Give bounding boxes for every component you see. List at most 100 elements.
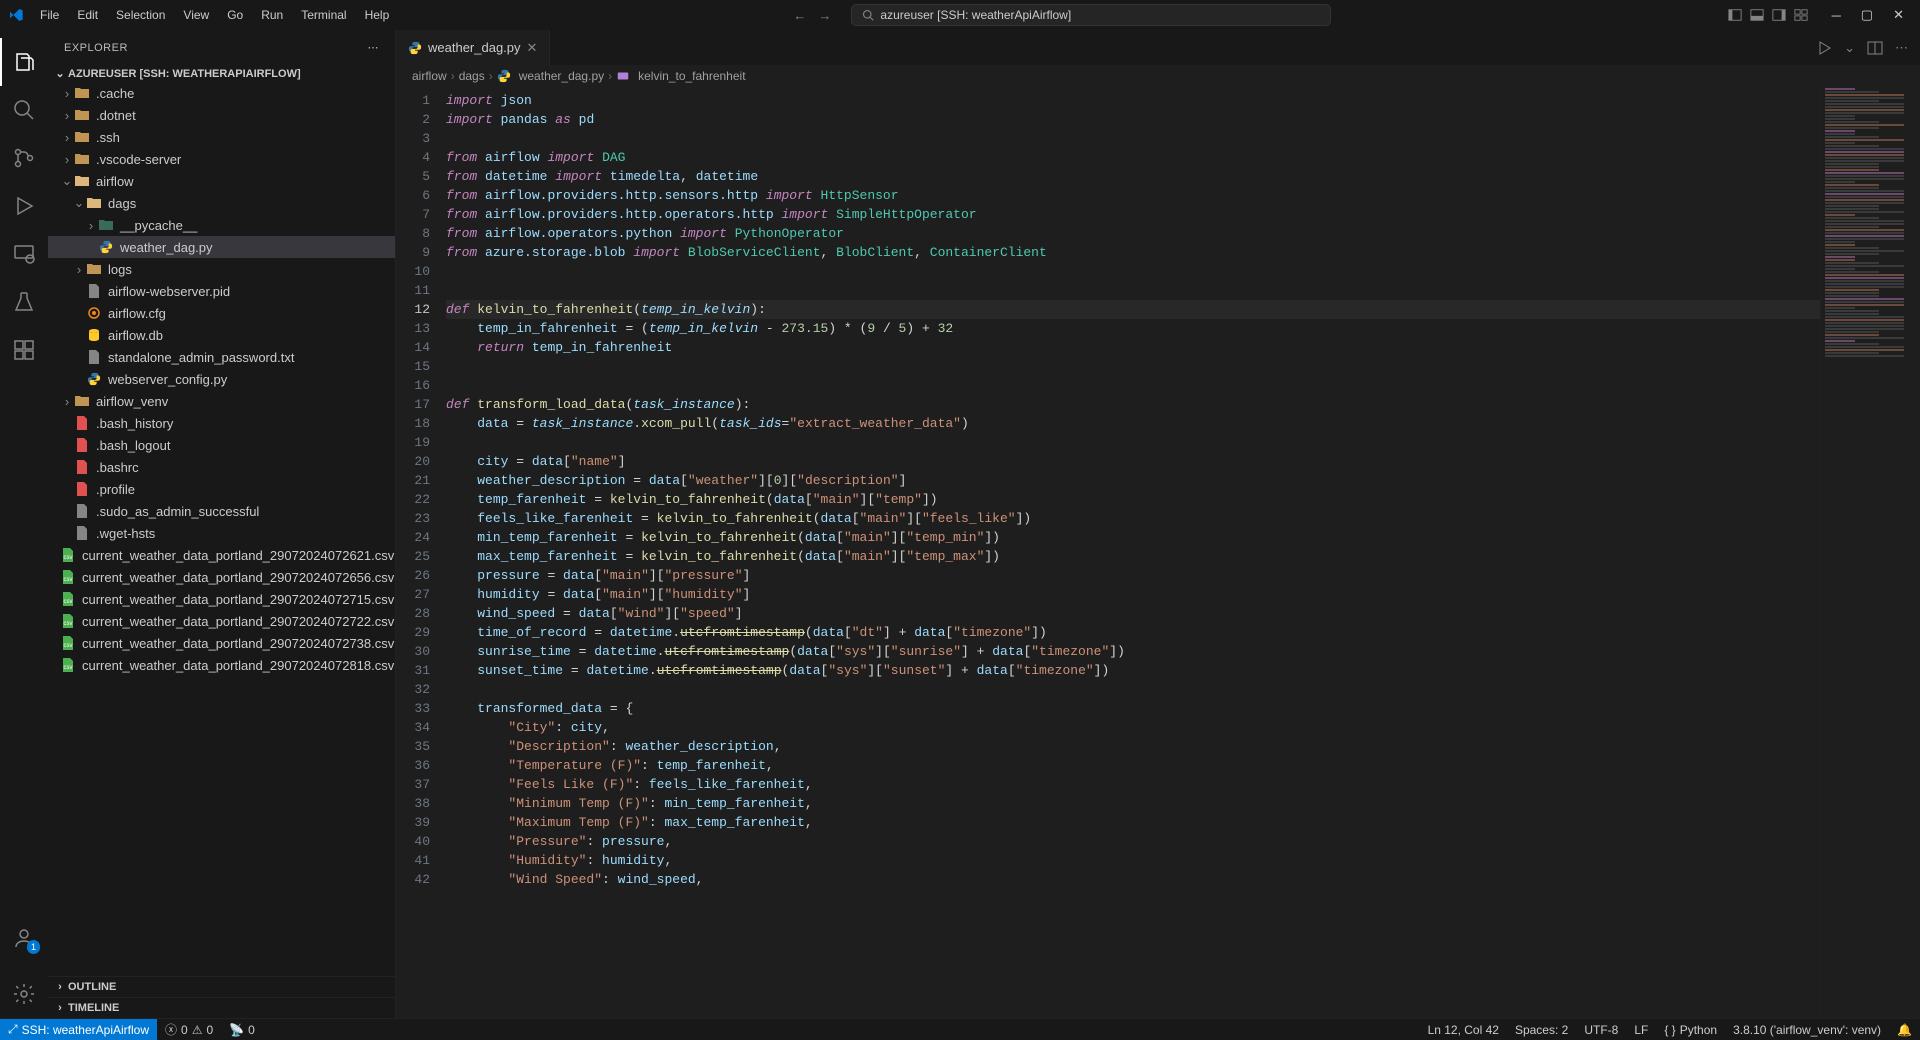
settings-gear-icon[interactable] (0, 970, 48, 1018)
explorer-icon[interactable] (0, 38, 48, 86)
tree-item--profile[interactable]: .profile (48, 478, 395, 500)
search-text: azureuser [SSH: weatherApiAirflow] (880, 8, 1071, 22)
tree-item-airflow-db[interactable]: airflow.db (48, 324, 395, 346)
tab-weather-dag[interactable]: weather_dag.py ✕ (396, 30, 550, 65)
breadcrumb-item[interactable]: airflow (412, 69, 447, 83)
run-debug-icon[interactable] (0, 182, 48, 230)
tree-item-airflow-cfg[interactable]: airflow.cfg (48, 302, 395, 324)
nav-forward-icon[interactable]: → (818, 8, 831, 23)
tree-item-logs[interactable]: ›logs (48, 258, 395, 280)
folder-icon (86, 261, 102, 277)
python-interpreter[interactable]: 3.8.10 ('airflow_venv': venv) (1725, 1023, 1889, 1037)
tree-item--sudo-as-admin-successful[interactable]: .sudo_as_admin_successful (48, 500, 395, 522)
ports-indicator[interactable]: 📡0 (221, 1023, 263, 1037)
tree-item-label: webserver_config.py (108, 372, 227, 387)
tree-item-current-weather-data-portland-29072024072818-csv[interactable]: csvcurrent_weather_data_portland_2907202… (48, 654, 395, 676)
tree-item-standalone-admin-password-txt[interactable]: standalone_admin_password.txt (48, 346, 395, 368)
editor-tabs: weather_dag.py ✕ ⌄ ⋯ (396, 30, 1920, 65)
encoding[interactable]: UTF-8 (1576, 1023, 1626, 1037)
minimize-button[interactable]: ─ (1824, 4, 1849, 27)
source-control-icon[interactable] (0, 134, 48, 182)
remote-explorer-icon[interactable] (0, 230, 48, 278)
tree-item-label: dags (108, 196, 136, 211)
tree-item--bash-logout[interactable]: .bash_logout (48, 434, 395, 456)
breadcrumb-item[interactable]: kelvin_to_fahrenheit (638, 69, 745, 83)
layout-sidebar-left-icon[interactable] (1728, 8, 1742, 22)
folder-icon (74, 393, 90, 409)
command-center[interactable]: azureuser [SSH: weatherApiAirflow] (851, 4, 1331, 26)
tree-item-current-weather-data-portland-29072024072656-csv[interactable]: csvcurrent_weather_data_portland_2907202… (48, 566, 395, 588)
tree-item-dags[interactable]: ⌄dags (48, 192, 395, 214)
breadcrumb-item[interactable]: weather_dag.py (519, 69, 604, 83)
file-icon (74, 415, 90, 431)
menu-view[interactable]: View (175, 4, 217, 26)
tree-item--cache[interactable]: ›.cache (48, 82, 395, 104)
problems-indicator[interactable]: ⓧ0 ⚠0 (157, 1021, 221, 1038)
editor-more-icon[interactable]: ⋯ (1895, 40, 1908, 56)
layout-sidebar-right-icon[interactable] (1772, 8, 1786, 22)
eol[interactable]: LF (1626, 1023, 1656, 1037)
nav-back-icon[interactable]: ← (793, 8, 806, 23)
search-panel-icon[interactable] (0, 86, 48, 134)
extensions-icon[interactable] (0, 326, 48, 374)
tree-item--wget-hsts[interactable]: .wget-hsts (48, 522, 395, 544)
tree-item-current-weather-data-portland-29072024072715-csv[interactable]: csvcurrent_weather_data_portland_2907202… (48, 588, 395, 610)
menu-terminal[interactable]: Terminal (293, 4, 354, 26)
tree-item-weather-dag-py[interactable]: weather_dag.py (48, 236, 395, 258)
tab-close-icon[interactable]: ✕ (527, 40, 538, 56)
testing-icon[interactable] (0, 278, 48, 326)
split-editor-icon[interactable] (1867, 40, 1883, 56)
outline-section[interactable]: › OUTLINE (48, 976, 395, 997)
file-icon (86, 283, 102, 299)
antenna-icon: 📡 (229, 1023, 244, 1037)
tree-item--bashrc[interactable]: .bashrc (48, 456, 395, 478)
tree-item--dotnet[interactable]: ›.dotnet (48, 104, 395, 126)
workspace-header[interactable]: ⌄ AZUREUSER [SSH: WEATHERAPIAIRFLOW] (48, 65, 395, 82)
tree-item-current-weather-data-portland-29072024072738-csv[interactable]: csvcurrent_weather_data_portland_2907202… (48, 632, 395, 654)
layout-panel-icon[interactable] (1750, 8, 1764, 22)
menu-run[interactable]: Run (253, 4, 291, 26)
tree-item--ssh[interactable]: ›.ssh (48, 126, 395, 148)
file-icon (74, 459, 90, 475)
timeline-section[interactable]: › TIMELINE (48, 997, 395, 1018)
csv-icon: csv (60, 635, 76, 651)
indentation[interactable]: Spaces: 2 (1507, 1023, 1576, 1037)
run-file-icon[interactable] (1816, 40, 1832, 56)
accounts-icon[interactable]: 1 (0, 914, 48, 962)
tree-item--vscode-server[interactable]: ›.vscode-server (48, 148, 395, 170)
tree-item-label: logs (108, 262, 132, 277)
tree-item-current-weather-data-portland-29072024072621-csv[interactable]: csvcurrent_weather_data_portland_2907202… (48, 544, 395, 566)
remote-indicator[interactable]: ⤢ SSH: weatherApiAirflow (0, 1019, 157, 1040)
cursor-position[interactable]: Ln 12, Col 42 (1420, 1023, 1507, 1037)
language-mode[interactable]: { } Python (1656, 1023, 1725, 1037)
menu-edit[interactable]: Edit (69, 4, 106, 26)
minimap[interactable] (1820, 87, 1920, 1018)
python-icon (98, 239, 114, 255)
code-editor[interactable]: import jsonimport pandas as pd from airf… (446, 87, 1820, 1018)
notifications-icon[interactable]: 🔔 (1889, 1023, 1920, 1037)
python-file-icon (408, 41, 422, 55)
tree-item--bash-history[interactable]: .bash_history (48, 412, 395, 434)
close-button[interactable]: ✕ (1885, 3, 1912, 27)
menu-help[interactable]: Help (357, 4, 398, 26)
folder-icon (74, 107, 90, 123)
tree-item-webserver-config-py[interactable]: webserver_config.py (48, 368, 395, 390)
tree-item-label: .cache (96, 86, 134, 101)
menu-go[interactable]: Go (219, 4, 251, 26)
tree-item-current-weather-data-portland-29072024072722-csv[interactable]: csvcurrent_weather_data_portland_2907202… (48, 610, 395, 632)
tree-item---pycache--[interactable]: ›__pycache__ (48, 214, 395, 236)
menu-selection[interactable]: Selection (108, 4, 173, 26)
run-dropdown-icon[interactable]: ⌄ (1844, 40, 1855, 56)
breadcrumb-item[interactable]: dags (459, 69, 485, 83)
tree-item-airflow[interactable]: ⌄airflow (48, 170, 395, 192)
sidebar-more-icon[interactable]: ⋯ (368, 41, 380, 54)
tree-item-airflow-webserver-pid[interactable]: airflow-webserver.pid (48, 280, 395, 302)
breadcrumb[interactable]: airflow›dags›weather_dag.py›kelvin_to_fa… (396, 65, 1920, 87)
menu-file[interactable]: File (32, 4, 67, 26)
tree-item-airflow-venv[interactable]: ›airflow_venv (48, 390, 395, 412)
layout-customize-icon[interactable] (1794, 8, 1808, 22)
maximize-button[interactable]: ▢ (1853, 3, 1881, 27)
chevron-down-icon: ⌄ (60, 173, 74, 189)
folder-icon (86, 195, 102, 211)
svg-text:csv: csv (64, 577, 73, 583)
